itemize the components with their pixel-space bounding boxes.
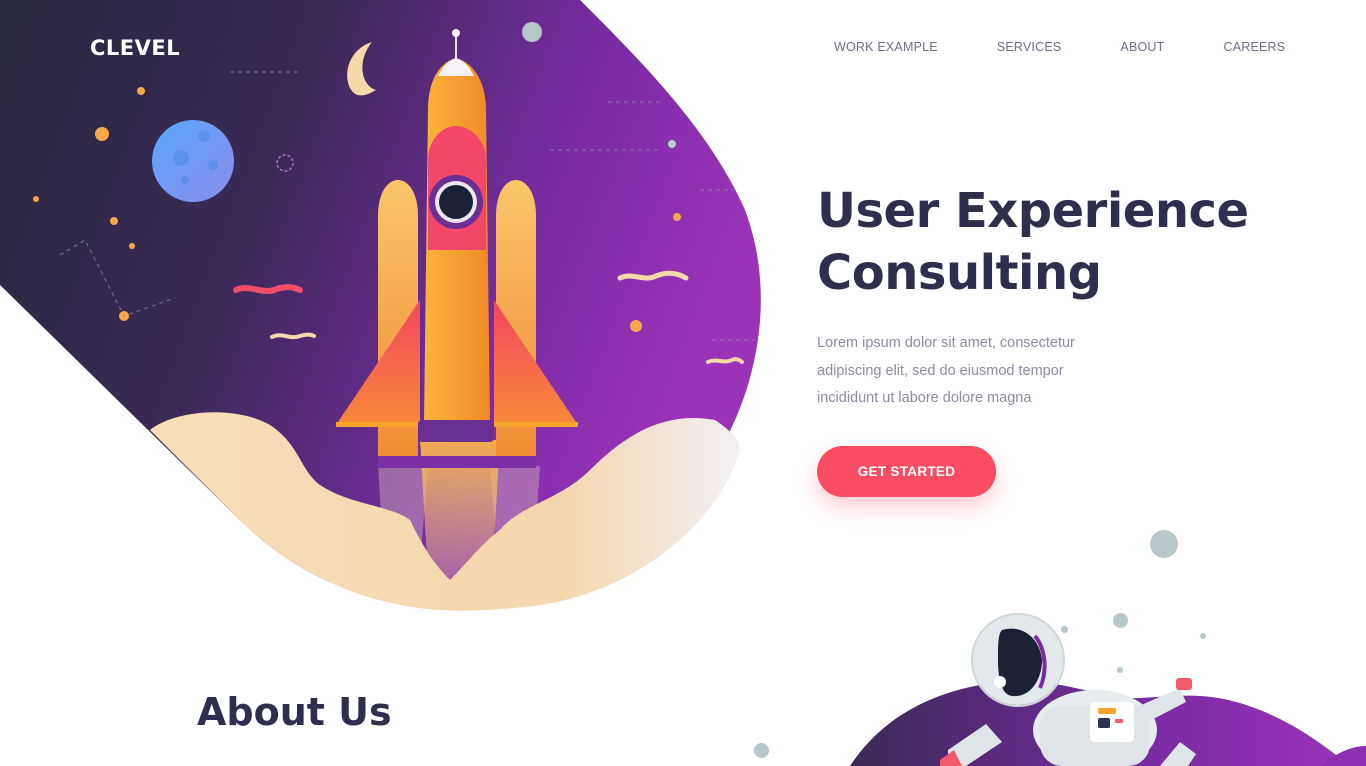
nav-item-services[interactable]: SERVICES xyxy=(997,40,1062,54)
planet-icon xyxy=(152,120,234,202)
nav-item-about[interactable]: ABOUT xyxy=(1120,40,1164,54)
hero-description: Lorem ipsum dolor sit amet, consectetur … xyxy=(817,335,1075,406)
nav-item-careers[interactable]: CAREERS xyxy=(1223,40,1285,54)
brand-logo[interactable]: CLEVEL xyxy=(90,36,180,60)
about-title: About Us xyxy=(197,690,392,734)
main-nav: WORK EXAMPLE SERVICES ABOUT CAREERS xyxy=(834,40,1285,54)
hero-illustration xyxy=(0,0,761,611)
landing-page: CLEVEL WORK EXAMPLE SERVICES ABOUT CAREE… xyxy=(0,0,1366,766)
hero-title: User Experience Consulting xyxy=(817,183,1249,301)
nav-item-work-example[interactable]: WORK EXAMPLE xyxy=(834,40,938,54)
get-started-button[interactable]: GET STARTED xyxy=(817,446,996,497)
astronaut-illustration xyxy=(850,613,1366,766)
